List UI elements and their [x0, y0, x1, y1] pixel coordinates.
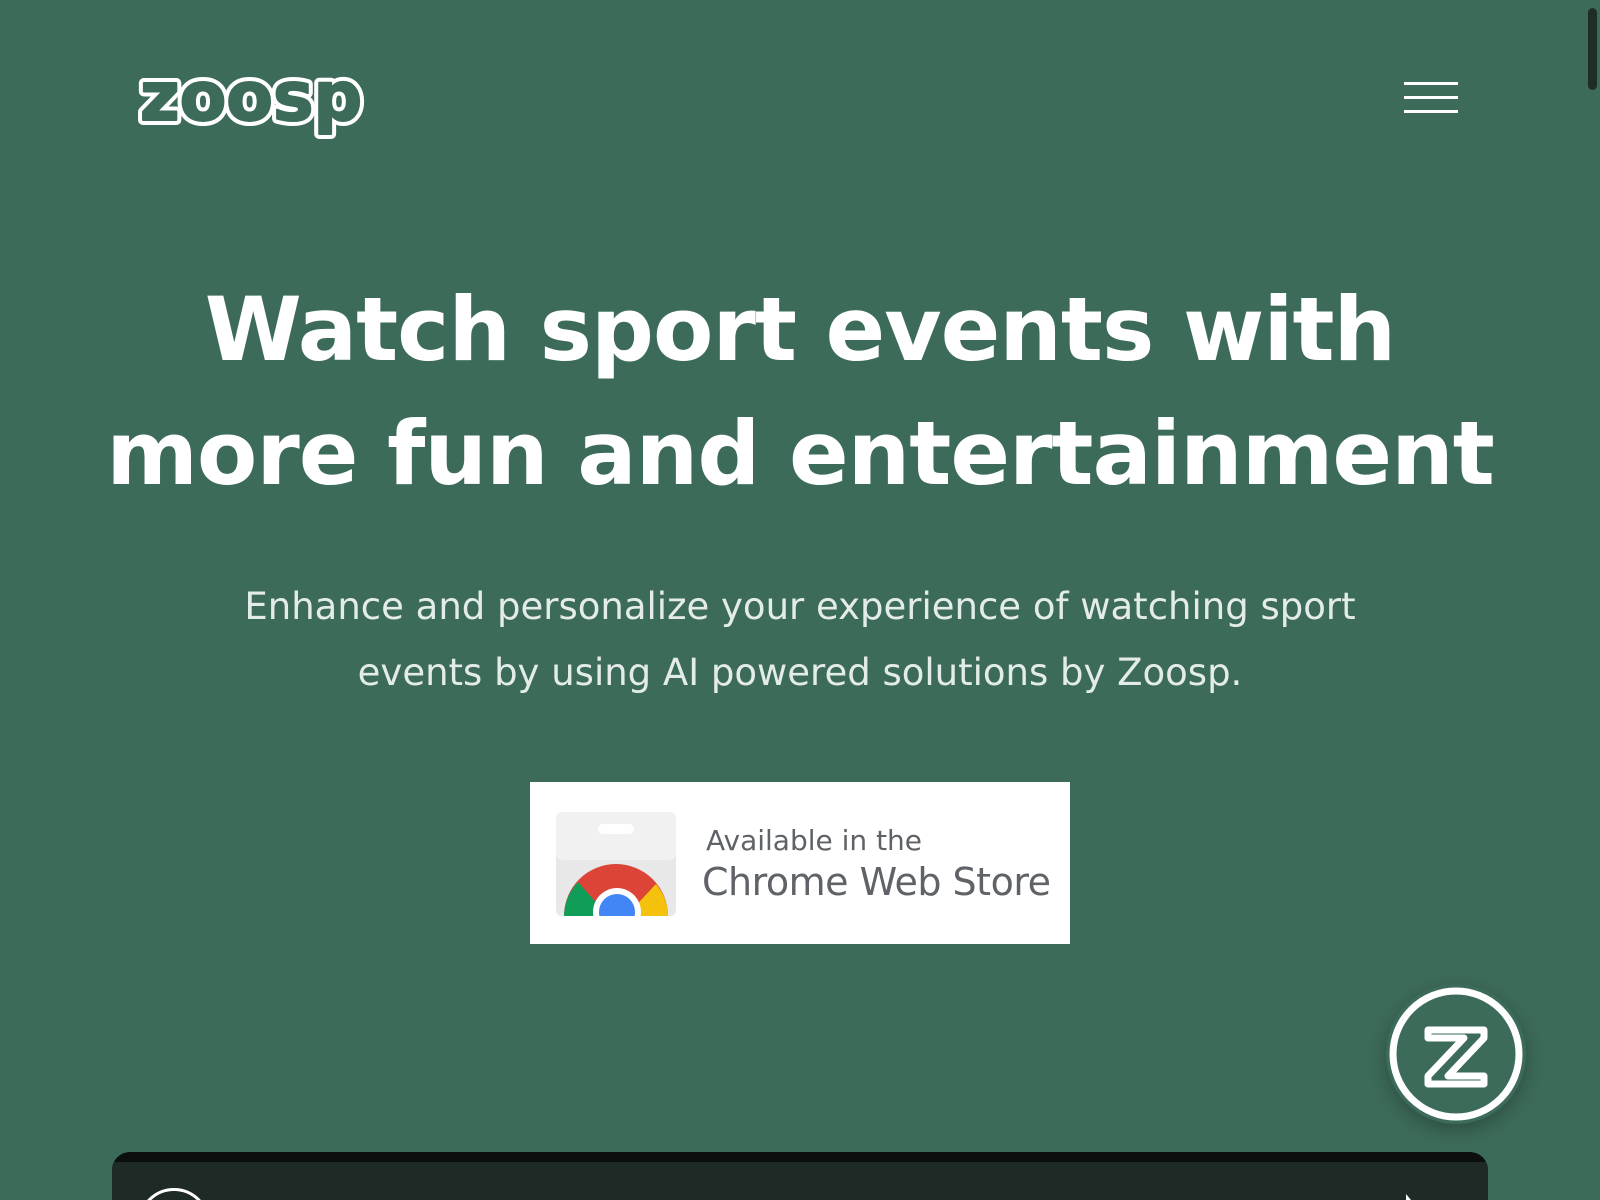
zoosp-avatar-icon: [138, 1188, 210, 1200]
hero-subtitle: Enhance and personalize your experience …: [244, 585, 1356, 694]
zoosp-logo[interactable]: zoosp zoosp: [138, 58, 394, 148]
landing-page: zoosp zoosp Watch sport events with more…: [0, 0, 1600, 1200]
scrollbar-thumb[interactable]: [1588, 8, 1597, 90]
video-preview-area: [112, 1162, 1488, 1200]
hamburger-menu-icon[interactable]: [1398, 78, 1464, 122]
store-badge-big-text: Chrome Web Store: [702, 860, 1051, 904]
video-preview-card[interactable]: [112, 1152, 1488, 1200]
logo-text: zoosp: [140, 58, 362, 137]
share-arrow-icon[interactable]: [1378, 1188, 1418, 1200]
chrome-web-store-button[interactable]: Available in the Chrome Web Store: [530, 782, 1070, 944]
zoosp-z-icon[interactable]: [1386, 984, 1526, 1124]
menu-line: [1404, 82, 1458, 85]
page-scrollbar[interactable]: [1584, 0, 1600, 1200]
chrome-web-store-icon: [556, 812, 676, 916]
menu-line: [1404, 110, 1458, 113]
store-badge-small-text: Available in the: [706, 824, 923, 857]
menu-line: [1404, 96, 1458, 99]
hero-title: Watch sport events with more fun and ent…: [106, 278, 1495, 505]
